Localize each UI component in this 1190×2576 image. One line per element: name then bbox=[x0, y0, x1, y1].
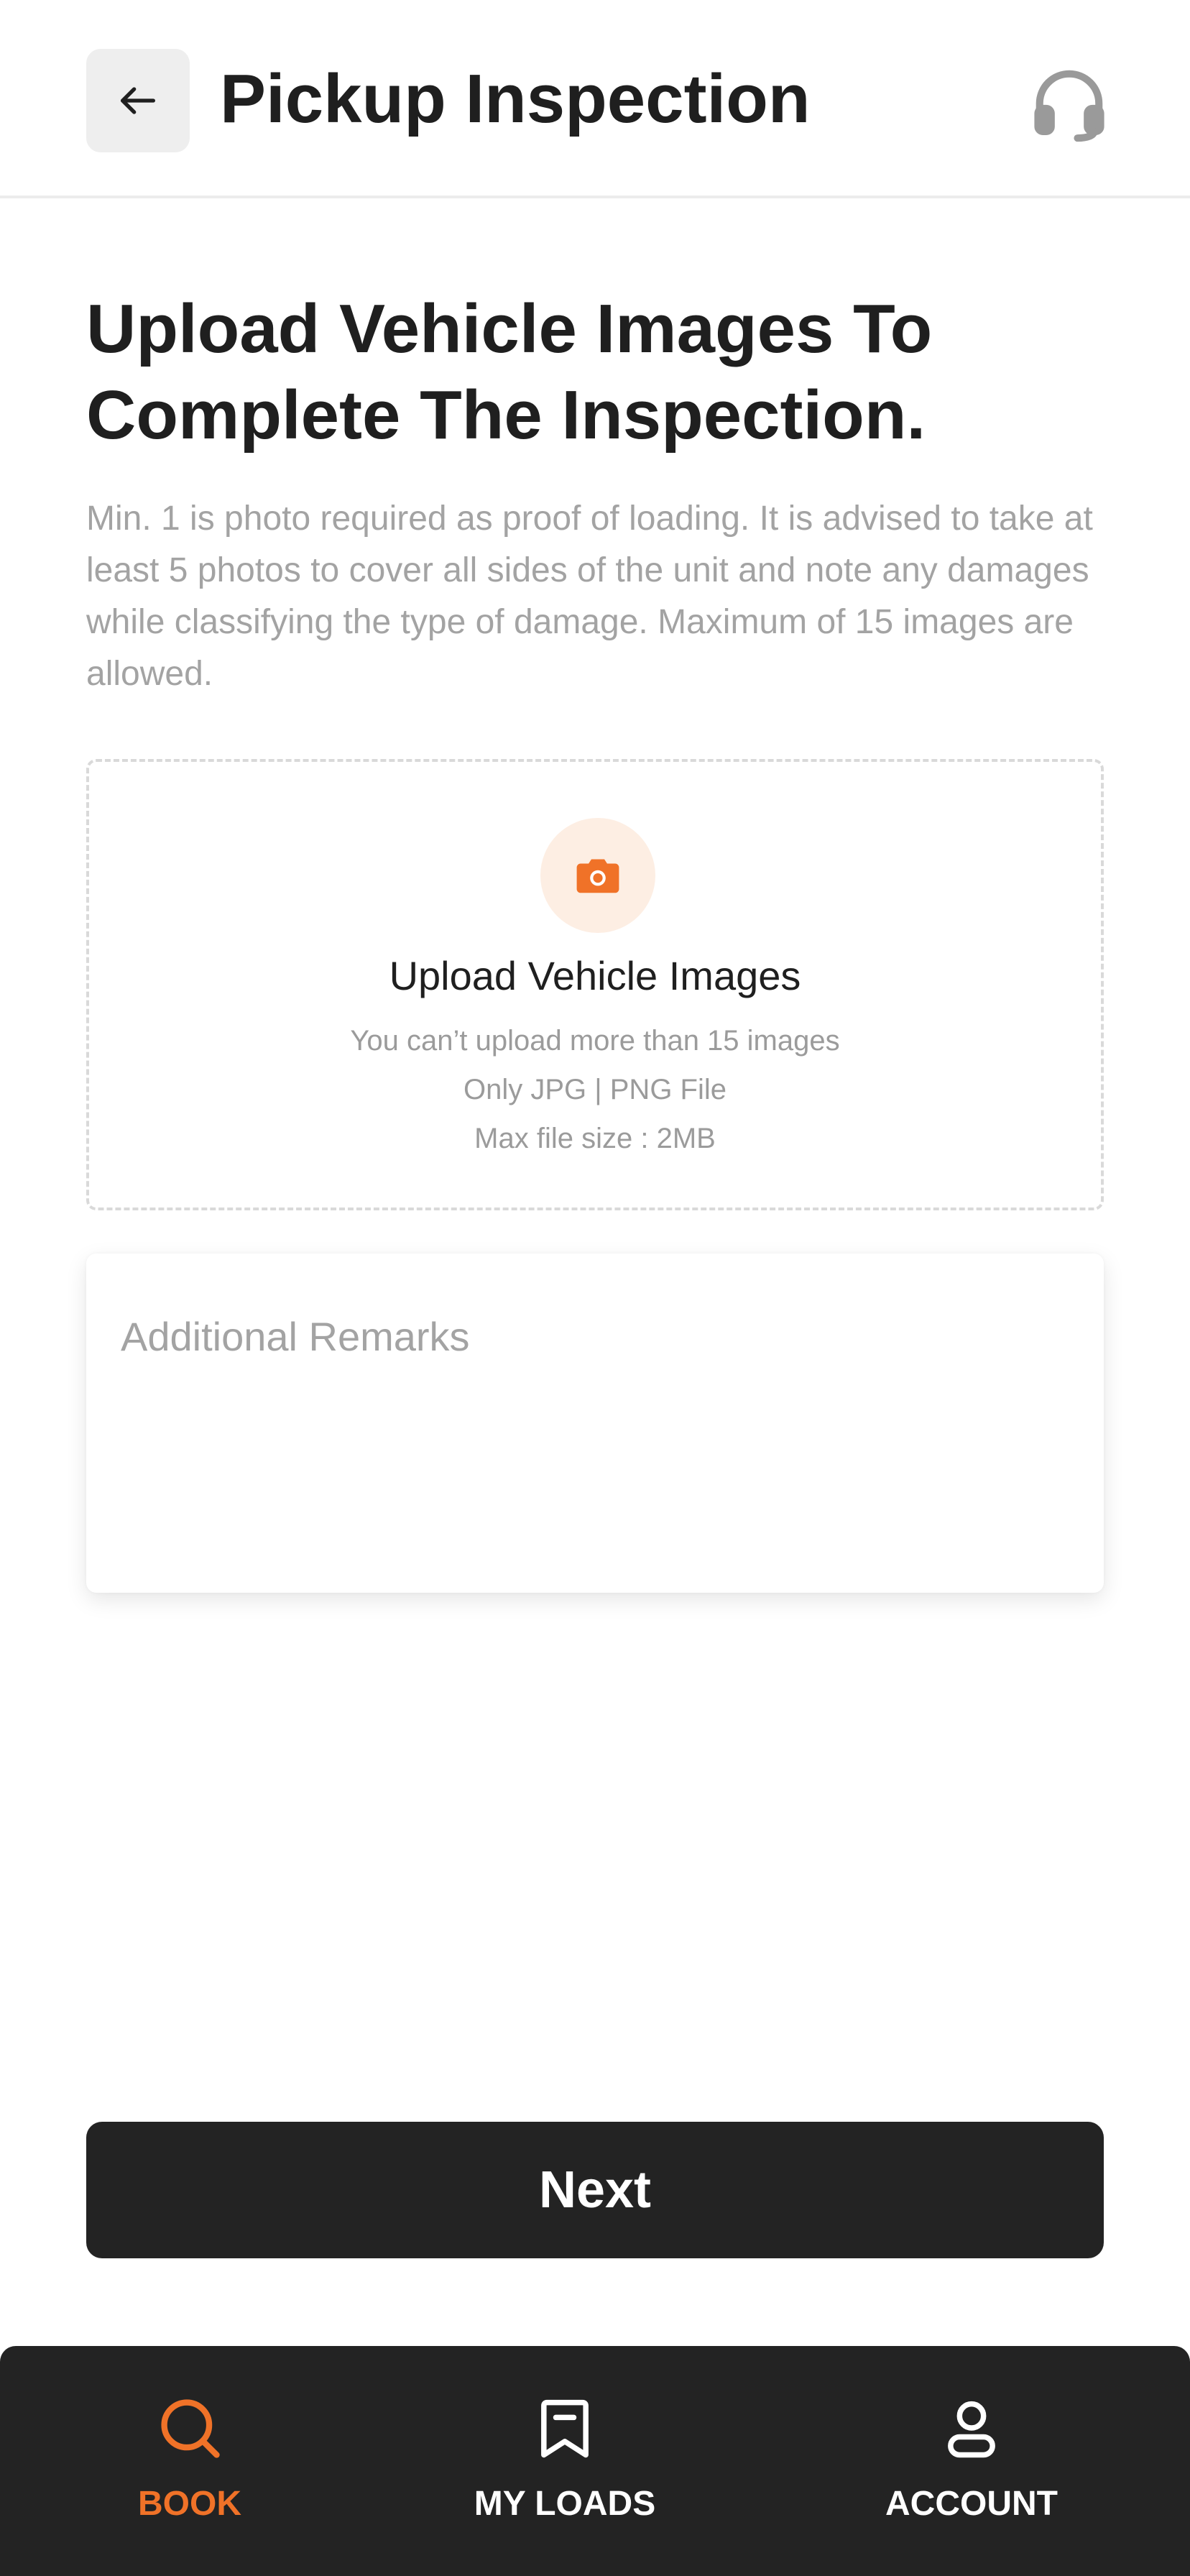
upload-size-note: Max file size : 2MB bbox=[474, 1123, 716, 1154]
upload-format-note: Only JPG | PNG File bbox=[463, 1074, 727, 1105]
headset-icon bbox=[1034, 70, 1104, 142]
nav-label-account: ACCOUNT bbox=[885, 2485, 1058, 2523]
nav-item-my-loads[interactable]: MY LOADS bbox=[421, 2346, 709, 2576]
upload-limit-note: You can’t upload more than 15 images bbox=[350, 1025, 840, 1057]
nav-item-book[interactable]: BOOK bbox=[46, 2346, 333, 2576]
support-button[interactable] bbox=[1026, 60, 1112, 147]
nav-item-account[interactable]: ACCOUNT bbox=[828, 2346, 1115, 2576]
additional-remarks-field[interactable] bbox=[86, 1254, 1104, 1593]
page-title: Pickup Inspection bbox=[220, 60, 811, 137]
camera-icon-badge bbox=[540, 818, 655, 933]
search-icon bbox=[154, 2392, 226, 2464]
upload-title: Upload Vehicle Images bbox=[389, 953, 801, 998]
user-icon bbox=[936, 2392, 1007, 2464]
nav-label-book: BOOK bbox=[138, 2485, 241, 2523]
bookmark-icon bbox=[529, 2392, 601, 2464]
bottom-navigation: BOOK MY LOADS ACCOUNT bbox=[0, 2346, 1190, 2576]
arrow-left-icon bbox=[121, 87, 155, 114]
upload-images-dropzone[interactable]: Upload Vehicle Images You can’t upload m… bbox=[86, 759, 1104, 1210]
next-button[interactable]: Next bbox=[86, 2122, 1104, 2258]
remarks-card bbox=[86, 1254, 1104, 1593]
inspection-heading: Upload Vehicle Images To Complete The In… bbox=[86, 290, 933, 454]
back-button[interactable] bbox=[86, 49, 190, 152]
camera-icon bbox=[576, 859, 619, 893]
inspection-description: Min. 1 is photo required as proof of loa… bbox=[86, 500, 1093, 693]
nav-label-my-loads: MY LOADS bbox=[474, 2485, 656, 2523]
top-app-bar: Pickup Inspection bbox=[0, 0, 1190, 198]
